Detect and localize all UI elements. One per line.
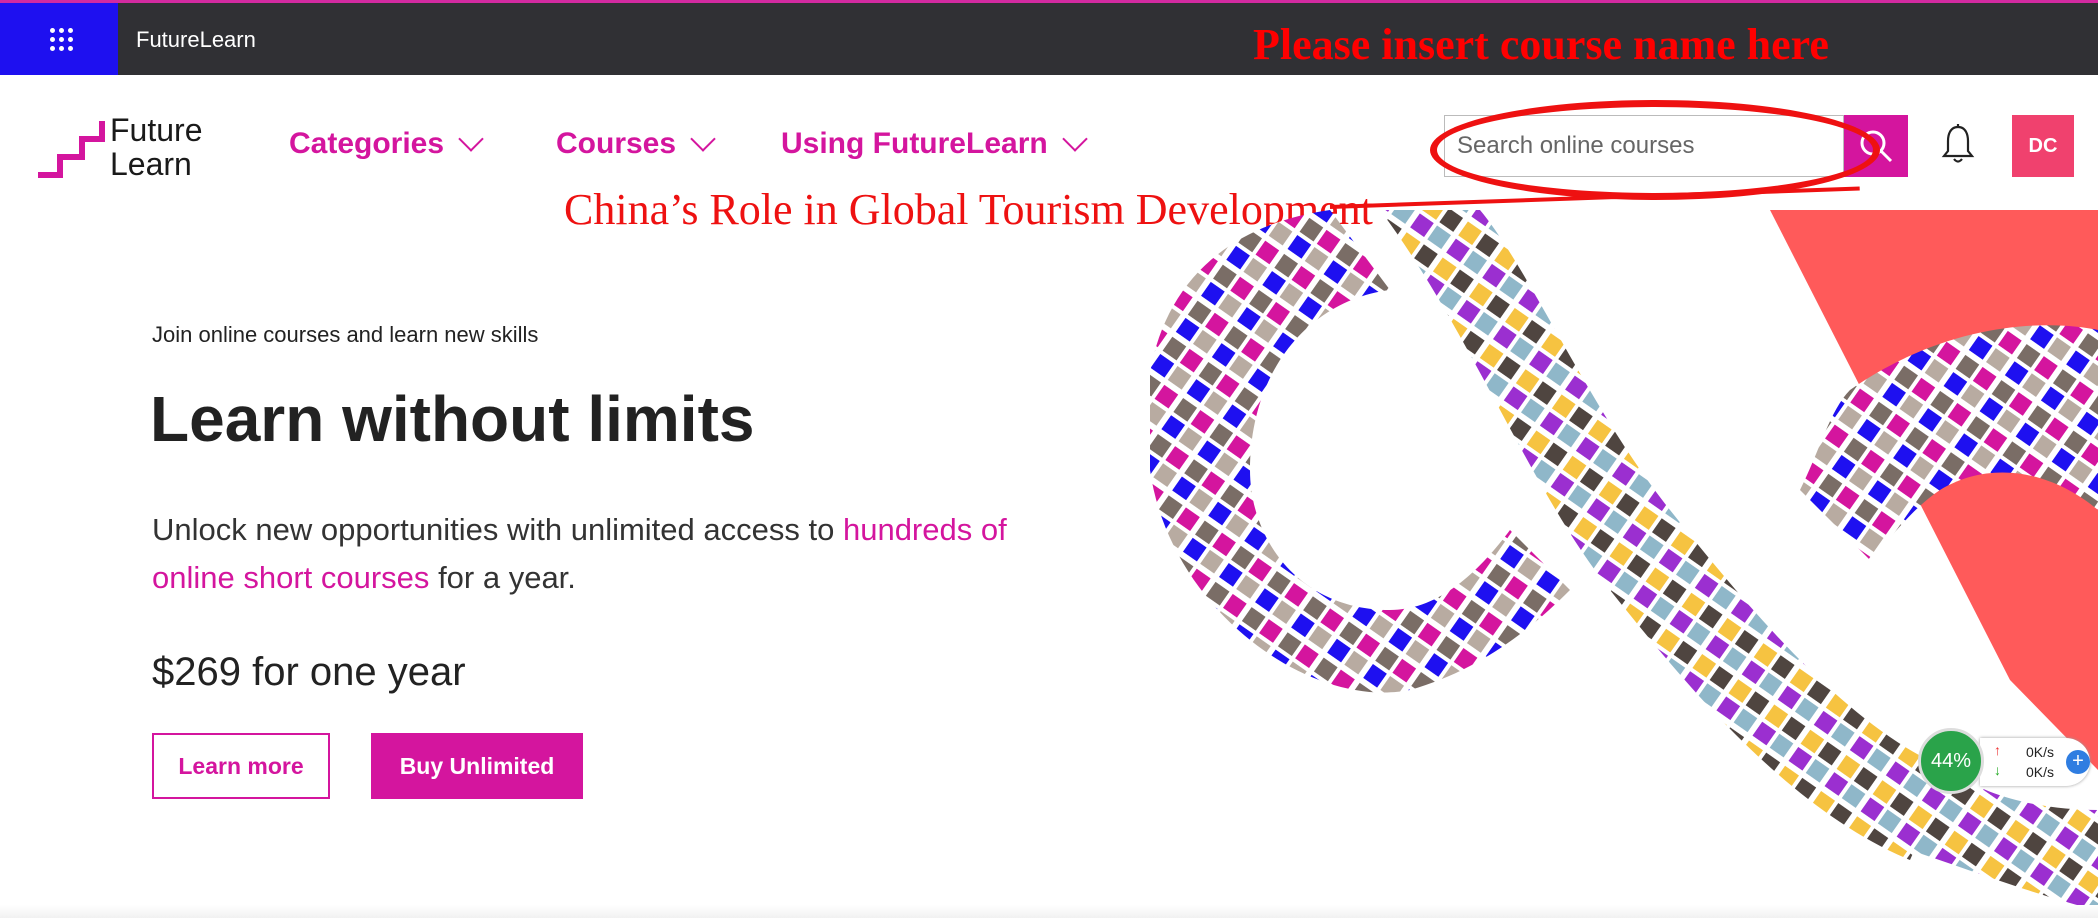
grid-icon (50, 28, 74, 51)
page-fold (0, 905, 2098, 918)
chevron-down-icon (690, 126, 716, 152)
hero-body-prefix: Unlock new opportunities with unlimited … (152, 512, 835, 547)
hero-price: $269 for one year (152, 650, 466, 694)
learn-more-button[interactable]: Learn more (152, 733, 330, 799)
upload-arrow-icon: ↑ (1994, 742, 2001, 758)
hero-body: Unlock new opportunities with unlimited … (152, 506, 1052, 602)
network-speed-widget[interactable]: ↑ ↓ 0K/s 0K/s 44% + (1908, 728, 2098, 798)
upload-speed: 0K/s (2026, 744, 2055, 760)
search-box (1444, 115, 1844, 177)
notifications-button[interactable] (1940, 123, 1976, 167)
topbar-brand[interactable]: FutureLearn (136, 27, 256, 53)
buy-unlimited-button[interactable]: Buy Unlimited (371, 733, 583, 799)
chevron-down-icon (1061, 126, 1088, 152)
hero-headline: Learn without limits (150, 383, 755, 455)
infinity-collage-graphic (1150, 210, 2098, 910)
app-launcher-button[interactable] (0, 3, 118, 75)
logo-word-learn: Learn (110, 146, 192, 182)
hero-body-suffix: for a year. (438, 560, 576, 595)
nav-using-futurelearn-label: Using FutureLearn (781, 127, 1048, 160)
futurelearn-logo[interactable]: Future Learn (36, 113, 216, 183)
chevron-down-icon (458, 126, 484, 152)
download-speed: 0K/s (2026, 764, 2055, 780)
hero-collage-image (1150, 210, 2098, 918)
top-bar: FutureLearn Please insert course name he… (0, 0, 2098, 75)
memory-usage-badge: 44% (1918, 728, 1984, 794)
search-input[interactable] (1445, 116, 1843, 176)
download-arrow-icon: ↓ (1994, 762, 2001, 778)
bell-icon (1941, 124, 1975, 163)
nav-courses[interactable]: Courses (556, 126, 716, 161)
plus-icon[interactable]: + (2066, 750, 2090, 774)
search-icon (1860, 130, 1893, 163)
logo-word-future: Future (110, 112, 203, 148)
search-button[interactable] (1844, 115, 1908, 177)
nav-courses-label: Courses (556, 127, 677, 160)
nav-categories[interactable]: Categories (289, 126, 484, 161)
nav-using-futurelearn[interactable]: Using FutureLearn (781, 126, 1088, 161)
nav-categories-label: Categories (289, 127, 445, 160)
annotation-insert-course: Please insert course name here (1253, 20, 1829, 69)
avatar[interactable]: DC (2012, 115, 2074, 177)
hero-eyebrow: Join online courses and learn new skills (152, 322, 539, 347)
logo-steps-icon (38, 121, 105, 178)
